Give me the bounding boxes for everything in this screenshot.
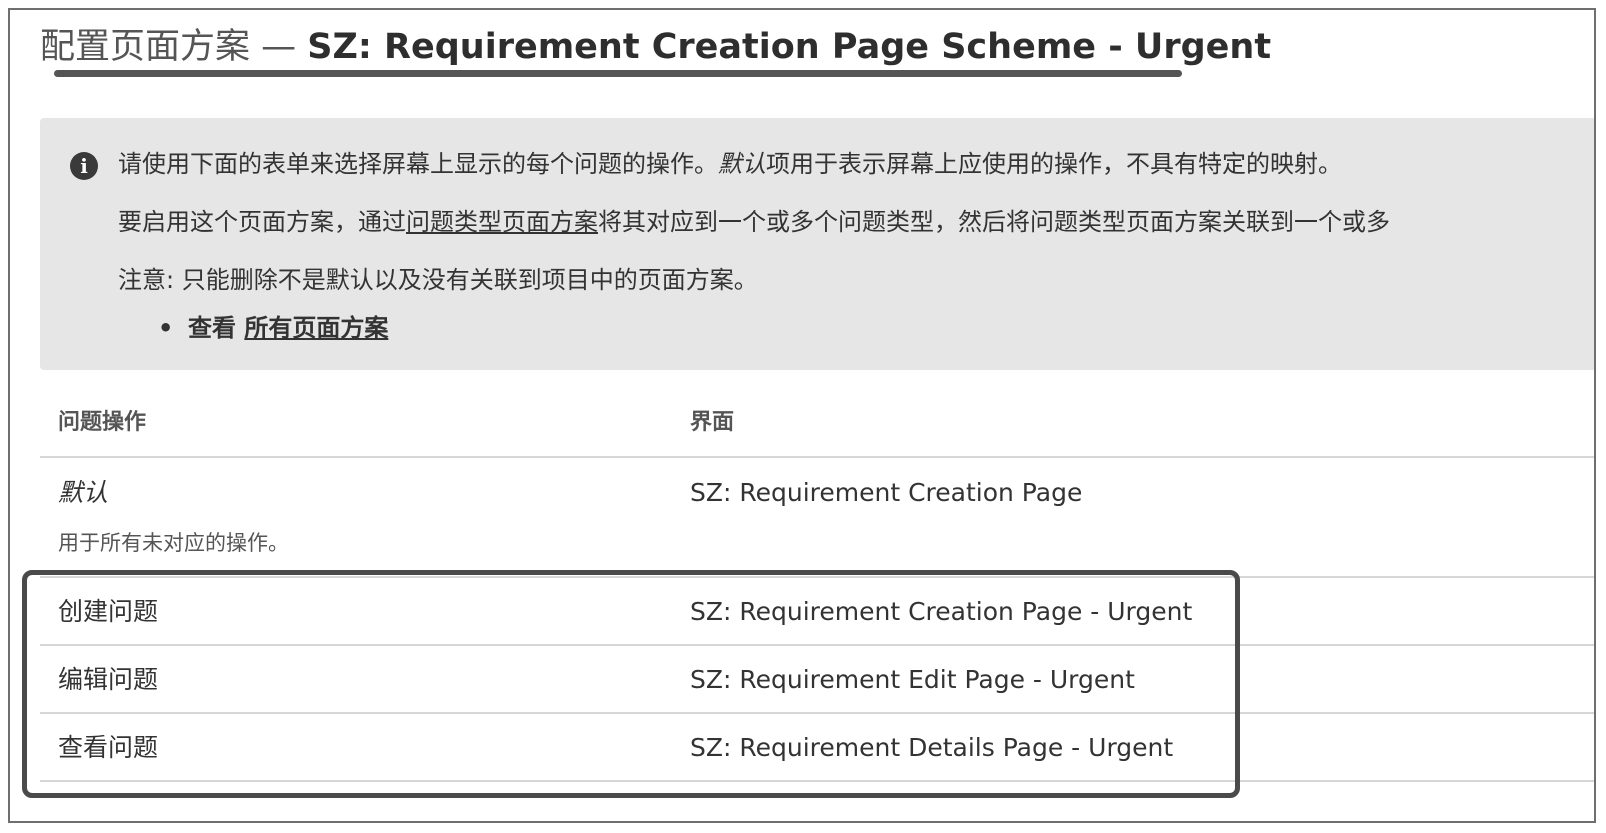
page-frame: 配置页面方案 — SZ: Requirement Creation Page S… xyxy=(8,8,1596,823)
info-line-2-text-a: 要启用这个页面方案，通过 xyxy=(118,208,406,236)
info-line-1: 请使用下面的表单来选择屏幕上显示的每个问题的操作。默认项用于表示屏幕上应使用的操… xyxy=(118,148,1342,180)
info-message-box: i 请使用下面的表单来选择屏幕上显示的每个问题的操作。默认项用于表示屏幕上应使用… xyxy=(40,118,1594,370)
view-label: 查看 xyxy=(188,314,236,342)
page-title-prefix: 配置页面方案 — xyxy=(40,27,308,67)
view-all-schemes-bullet: • 查看 所有页面方案 xyxy=(158,312,388,344)
info-line-1-text-a: 请使用下面的表单来选择屏幕上显示的每个问题的操作。 xyxy=(118,150,718,178)
page-title: 配置页面方案 — SZ: Requirement Creation Page S… xyxy=(40,24,1271,70)
info-line-2: 要启用这个页面方案，通过问题类型页面方案将其对应到一个或多个问题类型，然后将问题… xyxy=(118,206,1390,238)
info-line-2-text-b: 将其对应到一个或多个问题类型，然后将问题类型页面方案关联到一个或多 xyxy=(598,208,1390,236)
info-icon: i xyxy=(70,152,98,180)
info-line-1-text-b: 项用于表示屏幕上应使用的操作，不具有特定的映射。 xyxy=(766,150,1342,178)
header-divider xyxy=(40,456,1594,458)
all-screen-schemes-link[interactable]: 所有页面方案 xyxy=(244,314,388,342)
issue-type-screen-scheme-link[interactable]: 问题类型页面方案 xyxy=(406,208,598,236)
bullet-dot: • xyxy=(158,314,174,342)
default-operation: 默认 xyxy=(58,478,109,507)
info-line-3: 注意: 只能删除不是默认以及没有关联到项目中的页面方案。 xyxy=(118,266,758,294)
default-screen: SZ: Requirement Creation Page xyxy=(690,478,1083,507)
info-line-1-default: 默认 xyxy=(718,150,766,178)
column-header-screen: 界面 xyxy=(690,410,735,435)
title-underline xyxy=(54,70,1182,77)
page-scheme-name: SZ: Requirement Creation Page Scheme - U… xyxy=(307,27,1272,67)
highlight-box xyxy=(22,570,1240,798)
column-header-operation: 问题操作 xyxy=(58,410,147,435)
default-description: 用于所有未对应的操作。 xyxy=(58,531,289,555)
